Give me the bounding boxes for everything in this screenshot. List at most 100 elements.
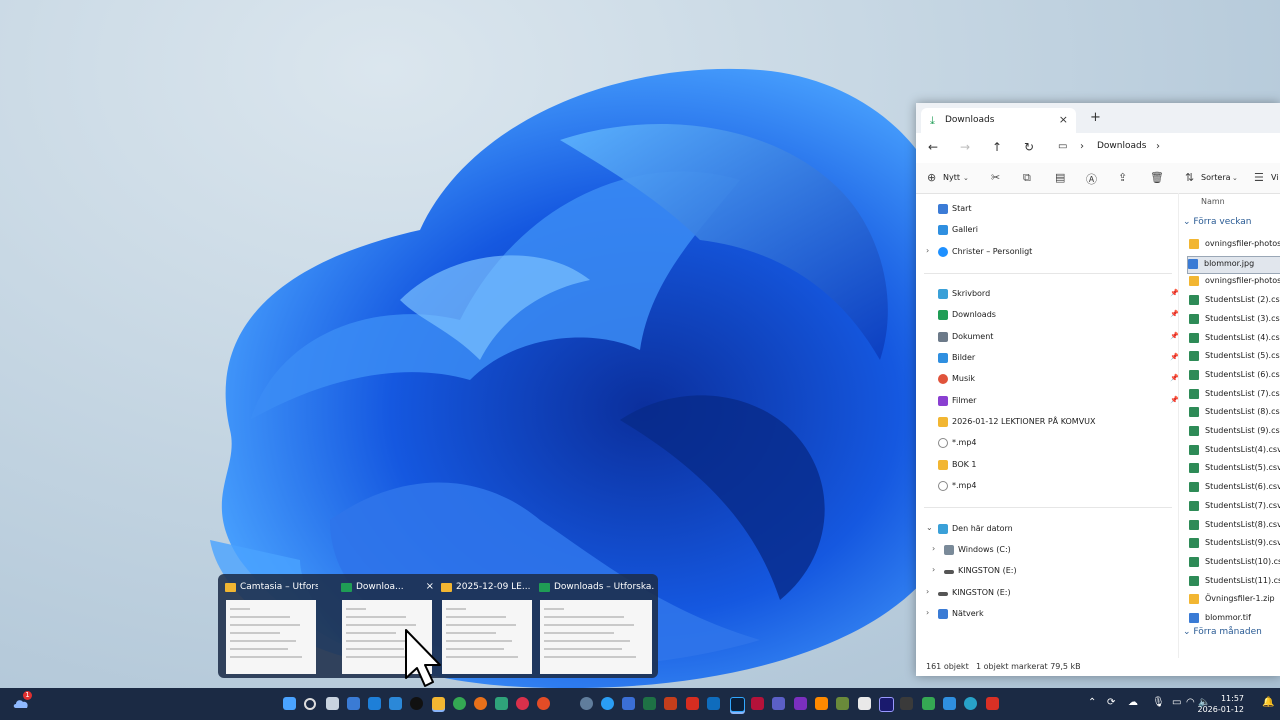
search-icon bbox=[938, 438, 948, 448]
file-explorer-window[interactable]: ⤓ Downloads × + ← → ↑ ↻ ▭ › Downloads › … bbox=[916, 103, 1280, 676]
chevron-right-icon[interactable]: › bbox=[926, 587, 929, 596]
cut-icon[interactable]: ✂ bbox=[991, 171, 1000, 184]
chevron-right-icon[interactable]: › bbox=[1156, 141, 1160, 152]
tab-bar: ⤓ Downloads × + bbox=[916, 103, 1280, 133]
close-tab-button[interactable]: × bbox=[1059, 113, 1068, 126]
paste-icon[interactable]: ▤ bbox=[1055, 171, 1065, 184]
hp-icon[interactable] bbox=[580, 697, 593, 710]
onedrive-icon[interactable]: ☁ bbox=[1128, 697, 1138, 708]
chevron-right-icon[interactable]: › bbox=[932, 544, 935, 553]
forward-arrow-icon[interactable]: → bbox=[960, 140, 970, 154]
image-file-icon bbox=[1189, 613, 1199, 623]
group-header-last-month[interactable]: ⌄ Förra månaden bbox=[1183, 627, 1262, 637]
app-green-icon[interactable] bbox=[922, 697, 935, 710]
share-icon[interactable]: ⇪ bbox=[1118, 171, 1127, 184]
view-button[interactable]: Vi bbox=[1271, 173, 1279, 182]
up-arrow-icon[interactable]: ↑ bbox=[992, 140, 1002, 154]
command-bar: ⊕ Nytt ⌄ ✂ ⧉ ▤ Ⓐ ⇪ 🗑 ⇅ Sortera ⌄ ☰ Vi bbox=[916, 163, 1280, 194]
app-icon[interactable] bbox=[900, 697, 913, 710]
tab-downloads[interactable]: ⤓ Downloads × bbox=[921, 108, 1076, 133]
chevron-down-icon[interactable]: ⌄ bbox=[1232, 174, 1238, 182]
edge-dev-icon[interactable] bbox=[495, 697, 508, 710]
taskbar: 1 ⌃ ⟳ ☁ 🎙 ▭ ◠ 🔈 11:57 2026-01-12 🔔 bbox=[0, 688, 1280, 720]
photos-icon[interactable] bbox=[943, 697, 956, 710]
new-tab-button[interactable]: + bbox=[1090, 110, 1101, 125]
premiere-icon[interactable] bbox=[879, 697, 894, 712]
teams-icon[interactable] bbox=[772, 697, 785, 710]
rename-icon[interactable]: Ⓐ bbox=[1086, 171, 1097, 187]
file-name: StudentsList(11).csv bbox=[1205, 575, 1280, 585]
csv-file-icon bbox=[1189, 519, 1199, 530]
notification-bell-icon[interactable]: 🔔 bbox=[1262, 697, 1274, 708]
chrome-icon[interactable] bbox=[453, 697, 466, 710]
address-bar-downloads[interactable]: Downloads bbox=[1097, 141, 1146, 151]
list-item-selected[interactable]: blommor.jpg bbox=[1187, 255, 1280, 274]
task-view-icon[interactable] bbox=[326, 697, 339, 710]
acrobat-icon[interactable] bbox=[686, 697, 699, 710]
chevron-right-icon[interactable]: › bbox=[926, 608, 929, 617]
illustrator-icon[interactable] bbox=[815, 697, 828, 710]
csv-file-icon bbox=[1189, 369, 1199, 380]
view-icon[interactable]: ☰ bbox=[1254, 171, 1264, 184]
csv-file-icon bbox=[1189, 426, 1199, 436]
file-name: StudentsList(4).csv bbox=[1205, 444, 1280, 454]
camera-icon[interactable] bbox=[410, 697, 423, 710]
opera-icon[interactable] bbox=[516, 697, 529, 710]
file-name: blommor.jpg bbox=[1204, 258, 1255, 268]
chevron-down-icon[interactable]: ⌄ bbox=[963, 174, 969, 182]
search-icon[interactable] bbox=[304, 698, 316, 710]
chevron-right-icon[interactable]: › bbox=[932, 565, 935, 574]
sort-button[interactable]: Sortera bbox=[1201, 173, 1231, 182]
outlook-icon[interactable] bbox=[707, 697, 720, 710]
mail-icon[interactable] bbox=[368, 697, 381, 710]
thumbnail-folder-2025[interactable]: 2025-12-09 LE... bbox=[438, 580, 534, 674]
display-icon[interactable]: ▭ bbox=[1172, 697, 1181, 708]
chrome-canary-icon[interactable] bbox=[537, 697, 550, 710]
back-arrow-icon[interactable]: ← bbox=[928, 140, 938, 154]
firefox-icon[interactable] bbox=[474, 697, 487, 710]
powerpoint-icon[interactable] bbox=[664, 697, 677, 710]
wifi-icon[interactable]: ◠ bbox=[1186, 697, 1195, 708]
help-icon[interactable] bbox=[601, 697, 614, 710]
thumbnail-camtasia[interactable]: Camtasia – Utforska... bbox=[222, 580, 318, 674]
window-preview bbox=[442, 600, 532, 674]
this-pc-icon[interactable]: ▭ bbox=[1058, 141, 1067, 152]
app-icon[interactable] bbox=[622, 697, 635, 710]
excel-icon[interactable] bbox=[643, 697, 656, 710]
file-name: StudentsList (4).csv bbox=[1205, 332, 1280, 342]
file-name: StudentsList (3).csv bbox=[1205, 313, 1280, 323]
onenote-icon[interactable] bbox=[794, 697, 807, 710]
item-count: 161 objekt bbox=[926, 662, 969, 671]
notepad-icon[interactable] bbox=[347, 697, 360, 710]
chevron-right-icon[interactable]: › bbox=[1080, 141, 1084, 152]
chevron-up-icon[interactable]: ⌃ bbox=[1088, 697, 1096, 708]
new-button[interactable]: Nytt bbox=[943, 173, 960, 182]
close-window-button[interactable]: × bbox=[426, 581, 434, 592]
sync-icon[interactable]: ⟳ bbox=[1107, 697, 1115, 708]
window-preview bbox=[540, 600, 652, 674]
app-red-icon[interactable] bbox=[986, 697, 999, 710]
start-windows-icon[interactable] bbox=[283, 697, 296, 710]
chevron-down-icon[interactable]: ⌄ bbox=[926, 523, 933, 532]
copy-icon[interactable]: ⧉ bbox=[1023, 171, 1031, 185]
microphone-icon[interactable]: 🎙 bbox=[1152, 697, 1165, 708]
file-explorer-icon[interactable] bbox=[432, 697, 445, 710]
plus-circle-icon[interactable]: ⊕ bbox=[927, 171, 936, 184]
delete-icon[interactable]: 🗑 bbox=[1150, 171, 1164, 184]
notes-icon[interactable] bbox=[858, 697, 871, 710]
group-header-last-week[interactable]: ⌄ Förra veckan bbox=[1183, 217, 1251, 227]
divider bbox=[924, 273, 1172, 274]
refresh-icon[interactable]: ↻ bbox=[1024, 140, 1034, 154]
photoshop-icon[interactable] bbox=[730, 697, 745, 712]
drive-icon bbox=[944, 545, 954, 555]
indesign-icon[interactable] bbox=[751, 697, 764, 710]
edge-icon[interactable] bbox=[389, 697, 402, 710]
browser-icon[interactable] bbox=[964, 697, 977, 710]
thumbnail-downloads-2[interactable]: Downloads – Utforska... bbox=[536, 580, 654, 674]
camtasia-icon[interactable] bbox=[836, 697, 849, 710]
sort-icon[interactable]: ⇅ bbox=[1185, 171, 1194, 184]
chevron-right-icon[interactable]: › bbox=[926, 246, 929, 255]
clock[interactable]: 11:57 2026-01-12 bbox=[1198, 693, 1245, 715]
column-header-name[interactable]: Namn bbox=[1201, 197, 1225, 206]
mouse-cursor-icon bbox=[405, 629, 441, 687]
